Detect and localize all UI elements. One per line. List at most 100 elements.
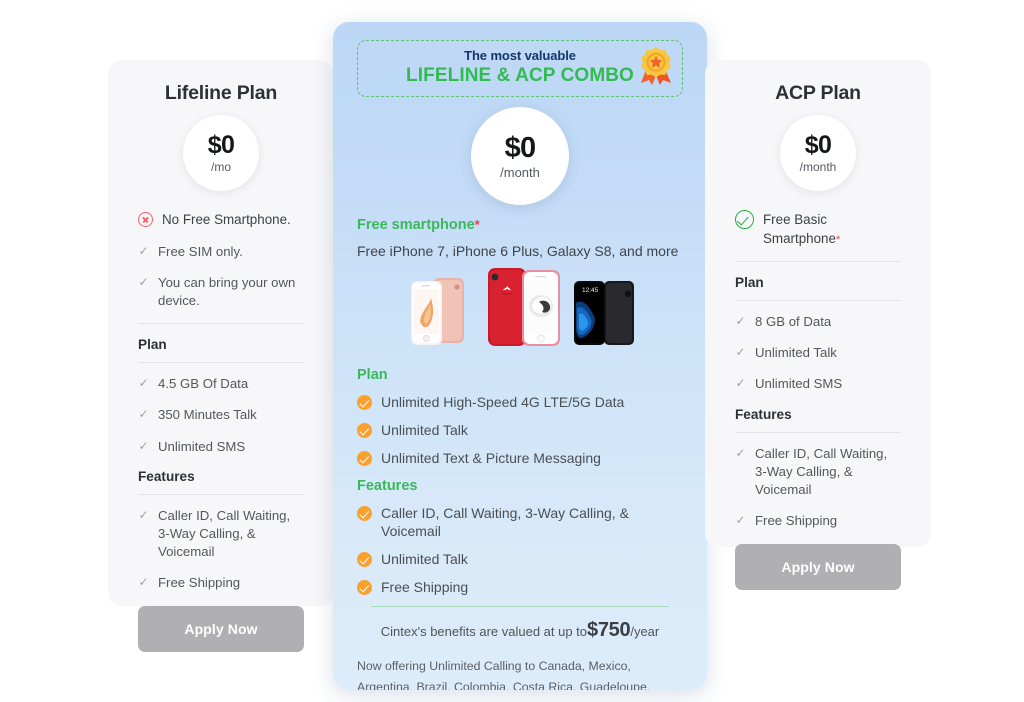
- list-item: ✓ Free SIM only.: [138, 243, 304, 261]
- check-icon: ✓: [138, 575, 149, 590]
- list-item-label: Unlimited Talk: [755, 345, 837, 361]
- check-circle-icon: [735, 210, 754, 229]
- list-item-label: You can bring your own device.: [158, 274, 296, 308]
- international-calling-note: Now offering Unlimited Calling to Canada…: [357, 659, 651, 690]
- check-icon: ✓: [138, 507, 149, 522]
- phone-images-group: 12:45: [357, 268, 683, 353]
- iphone-7-red-image: [482, 266, 566, 353]
- banner-title: LIFELINE & ACP COMBO: [406, 65, 634, 86]
- list-item: ✓ You can bring your own device.: [138, 274, 304, 310]
- list-item-label: Free Shipping: [755, 513, 838, 529]
- acp-apply-now-button[interactable]: Apply Now: [735, 543, 901, 590]
- combo-price-period: /month: [500, 164, 540, 180]
- list-item-label: 8 GB of Data: [755, 314, 832, 329]
- list-item-label: Caller ID, Call Waiting, 3-Way Calling, …: [158, 507, 291, 560]
- check-circle-icon: [357, 395, 372, 410]
- list-item-label: Unlimited SMS: [755, 376, 843, 392]
- list-item: Unlimited Talk: [357, 421, 683, 439]
- list-item: Caller ID, Call Waiting, 3-Way Calling, …: [357, 504, 683, 540]
- benefits-value-prefix: Cintex's benefits are valued at up to: [380, 624, 588, 640]
- combo-smartphone-heading-label: Free smartphone: [357, 217, 475, 233]
- check-icon: ✓: [138, 243, 149, 258]
- list-item: ✓ 8 GB of Data: [735, 313, 901, 331]
- combo-price-amount: $0: [504, 131, 537, 164]
- check-icon: ✓: [138, 438, 149, 453]
- list-item-label: 350 Minutes Talk: [158, 407, 257, 423]
- list-item-label: Free Basic Smartphone*: [763, 212, 841, 246]
- list-item-label: Free Shipping: [381, 579, 469, 596]
- list-item: ✓ Unlimited SMS: [138, 438, 304, 456]
- circle-x-icon: [138, 212, 153, 227]
- banner-subtitle: The most valuable: [464, 48, 576, 63]
- check-circle-icon: [357, 423, 372, 439]
- svg-text:12:45: 12:45: [582, 287, 599, 294]
- list-item-label: 4.5 GB Of Data: [158, 376, 249, 392]
- pricing-plans-page: Lifeline Plan $0 /mo No Free Smartphone.…: [0, 0, 1024, 702]
- list-item: Unlimited Text & Picture Messaging: [357, 449, 683, 467]
- list-item: Free Shipping: [357, 578, 683, 596]
- lifeline-plan-card: Lifeline Plan $0 /mo No Free Smartphone.…: [108, 60, 334, 652]
- lifeline-acp-combo-card: The most valuable LIFELINE & ACP COMBO $…: [333, 22, 707, 690]
- list-item: Unlimited Talk: [357, 550, 683, 568]
- acp-price-period: /month: [799, 160, 837, 174]
- iphone-6s-rose-gold-image: [400, 274, 478, 353]
- required-asterisk: *: [474, 217, 480, 232]
- list-item-label: Unlimited Talk: [381, 422, 468, 439]
- acp-price-amount: $0: [804, 131, 832, 159]
- list-item: ✓ Unlimited Talk: [735, 344, 901, 362]
- lifeline-apply-now-button[interactable]: Apply Now: [138, 605, 304, 652]
- combo-price-bubble: $0 /month: [471, 107, 569, 205]
- list-item: ✓ Caller ID, Call Waiting, 3-Way Calling…: [735, 445, 901, 500]
- check-icon: ✓: [138, 407, 149, 422]
- list-item: ✓ Unlimited SMS: [735, 375, 901, 393]
- list-item: ✓ Free Shipping: [735, 512, 901, 530]
- divider: [138, 362, 304, 364]
- acp-price-bubble: $0 /month: [780, 115, 856, 191]
- check-circle-icon: [357, 451, 372, 467]
- check-icon: ✓: [735, 513, 746, 528]
- acp-plan-heading: Plan: [735, 275, 764, 290]
- divider: [735, 431, 901, 433]
- check-icon: ✓: [735, 345, 746, 360]
- check-icon: ✓: [735, 376, 746, 391]
- combo-price-wrap: $0 /month: [357, 107, 683, 205]
- list-item: ✓ Caller ID, Call Waiting, 3-Way Calling…: [138, 507, 304, 562]
- combo-smartphone-subtitle: Free iPhone 7, iPhone 6 Plus, Galaxy S8,…: [357, 243, 679, 259]
- combo-smartphone-heading: Free smartphone*: [357, 217, 683, 233]
- list-item-label: Unlimited Text & Picture Messaging: [381, 450, 601, 467]
- combo-features-heading: Features: [357, 477, 418, 494]
- list-item-label: Free SIM only.: [158, 243, 243, 259]
- combo-plan-heading: Plan: [357, 367, 388, 383]
- list-item-label: Unlimited SMS: [158, 438, 246, 454]
- list-item-label: Unlimited High-Speed 4G LTE/5G Data: [381, 394, 625, 410]
- list-item: No Free Smartphone.: [138, 211, 304, 230]
- list-item-label: Caller ID, Call Waiting, 3-Way Calling, …: [755, 445, 888, 498]
- list-item-label: Unlimited Talk: [381, 550, 468, 567]
- check-icon: ✓: [138, 376, 149, 391]
- check-icon: ✓: [138, 274, 149, 289]
- list-item-label: Free Shipping: [158, 575, 241, 591]
- list-item: Free Basic Smartphone*: [735, 210, 901, 248]
- divider: [371, 606, 669, 608]
- check-icon: ✓: [735, 314, 746, 328]
- divider: [138, 323, 304, 325]
- check-circle-icon: [357, 551, 372, 567]
- check-circle-icon: [357, 580, 372, 596]
- list-item-label: No Free Smartphone.: [162, 212, 291, 227]
- list-item: ✓ Free Shipping: [138, 574, 304, 592]
- lifeline-plan-title: Lifeline Plan: [164, 82, 278, 104]
- list-item: ✓ 4.5 GB Of Data: [138, 375, 304, 393]
- lifeline-features-heading: Features: [138, 468, 195, 484]
- benefits-value-amount: $750: [587, 619, 631, 642]
- acp-features-heading: Features: [735, 406, 792, 422]
- list-item: Unlimited High-Speed 4G LTE/5G Data: [357, 393, 683, 411]
- divider: [735, 300, 901, 301]
- check-circle-icon: [357, 505, 372, 521]
- lifeline-price-period: /mo: [210, 160, 231, 174]
- lifeline-plan-heading: Plan: [138, 337, 167, 353]
- lifeline-price-bubble: $0 /mo: [183, 115, 259, 191]
- benefits-value-period: /year: [630, 624, 660, 640]
- most-valuable-banner: The most valuable LIFELINE & ACP COMBO: [357, 40, 683, 97]
- divider: [138, 493, 304, 495]
- required-asterisk: *: [835, 233, 841, 246]
